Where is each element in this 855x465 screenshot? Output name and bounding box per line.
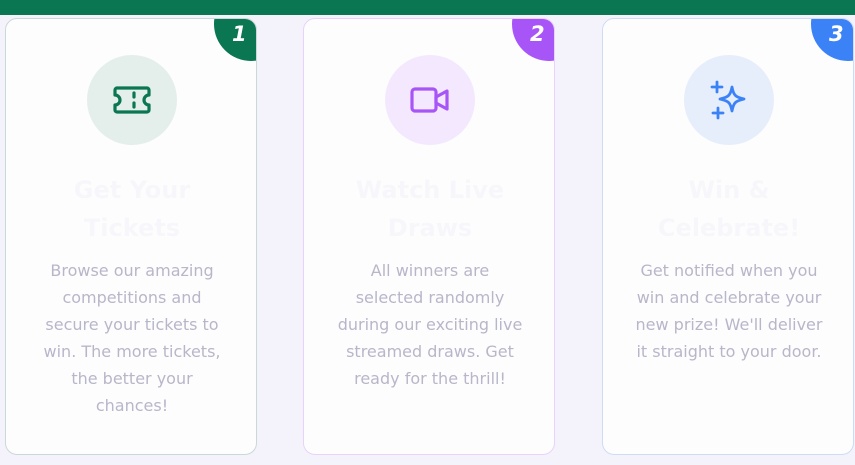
step-number-badge: 3 — [811, 19, 853, 61]
sparkles-icon — [710, 80, 746, 120]
step-description: All winners are selected randomly during… — [337, 261, 523, 388]
step-number-badge: 1 — [214, 19, 256, 61]
icon-circle — [385, 55, 475, 145]
step-description: Get notified when you win and celebrate … — [635, 261, 823, 361]
step-card-watch-live-draws: 2 Watch Live Draws All winners are selec… — [303, 18, 555, 455]
top-bar — [0, 0, 855, 15]
step-card-win-celebrate: 3 Win & Celebrate! Get notified when you… — [602, 18, 854, 455]
step-title: Watch Live Draws — [355, 176, 505, 242]
step-number: 2 — [530, 22, 545, 46]
step-card-get-tickets: 1 Get Your Tickets Browse our amazing co… — [5, 18, 257, 455]
video-icon — [410, 87, 449, 113]
step-title: Win & Celebrate! — [657, 176, 801, 242]
icon-circle — [684, 55, 774, 145]
step-number-badge: 2 — [512, 19, 554, 61]
icon-circle — [87, 55, 177, 145]
step-title: Get Your Tickets — [73, 176, 191, 242]
step-description: Browse our amazing competitions and secu… — [43, 261, 221, 415]
step-number: 1 — [232, 22, 247, 46]
ticket-icon — [113, 86, 151, 114]
step-number: 3 — [829, 22, 844, 46]
